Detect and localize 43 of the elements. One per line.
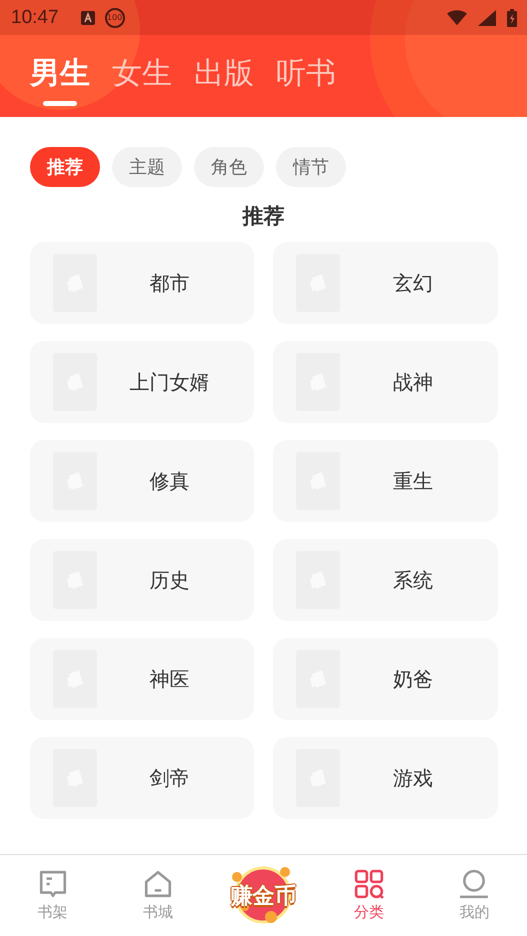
category-card[interactable]: 都市 — [30, 242, 254, 324]
category-card[interactable]: 玄幻 — [273, 242, 498, 324]
signal-icon — [477, 10, 497, 26]
category-name: 神医 — [148, 666, 190, 692]
category-name: 奶爸 — [392, 666, 434, 692]
filter-chip[interactable]: 推荐 — [30, 147, 100, 187]
battery-saver-badge: 100 — [104, 8, 125, 28]
category-card[interactable]: 战神 — [273, 341, 498, 423]
category-name: 玄幻 — [392, 270, 434, 296]
nav-item[interactable]: 书架 — [0, 855, 106, 936]
category-name: 修真 — [148, 468, 190, 494]
category-card[interactable]: 重生 — [273, 440, 498, 522]
grid-search-icon — [354, 869, 384, 899]
status-time: 10:47 — [11, 6, 59, 28]
category-name: 战神 — [392, 368, 434, 396]
nav-item[interactable]: 分类 — [316, 855, 422, 936]
nav-item[interactable]: 我的 — [422, 855, 527, 936]
category-name: 剑帝 — [148, 764, 190, 792]
wifi-icon — [447, 10, 467, 26]
category-card[interactable]: 系统 — [273, 539, 498, 621]
nav-item[interactable]: 书城 — [105, 855, 211, 936]
category-card[interactable]: 游戏 — [273, 737, 498, 819]
category-name: 游戏 — [392, 764, 434, 792]
category-card[interactable]: 上门女婿 — [30, 341, 254, 423]
category-card[interactable]: 剑帝 — [30, 737, 254, 819]
book-icon — [38, 869, 68, 899]
battery-icon — [507, 8, 517, 26]
section-title: 推荐 — [241, 203, 286, 230]
category-name: 都市 — [148, 270, 190, 296]
category-name: 重生 — [392, 468, 434, 494]
category-name: 上门女婿 — [128, 368, 210, 396]
filter-chip[interactable]: 情节 — [276, 147, 346, 187]
category-name: 系统 — [392, 566, 434, 594]
category-tab[interactable]: 男生 — [30, 53, 90, 108]
category-card[interactable]: 奶爸 — [273, 638, 498, 720]
filter-chip[interactable]: 角色 — [194, 147, 264, 187]
category-card[interactable]: 修真 — [30, 440, 254, 522]
filter-chip[interactable]: 主题 — [112, 147, 182, 187]
category-card[interactable]: 历史 — [30, 539, 254, 621]
profile-icon — [459, 869, 490, 899]
category-card[interactable]: 神医 — [30, 638, 254, 720]
home-icon — [143, 869, 174, 899]
category-name: 历史 — [148, 566, 190, 594]
